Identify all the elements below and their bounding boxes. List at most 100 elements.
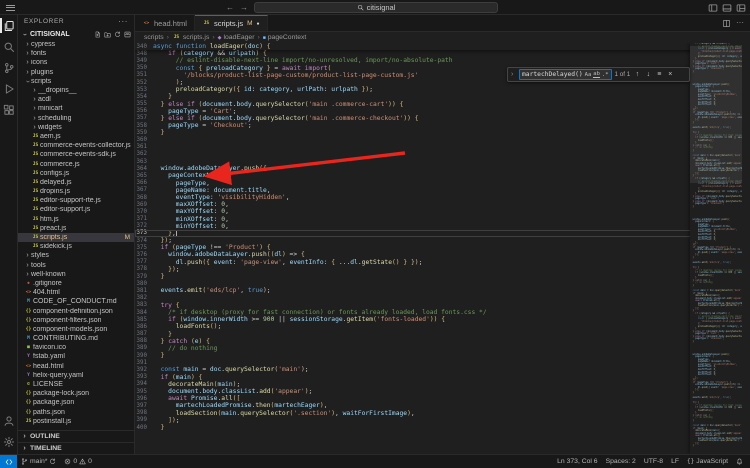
code-line[interactable]: 368 eventType: 'visibilityHidden', — [135, 194, 750, 201]
tree-file-.gitignore[interactable]: ◆.gitignore — [18, 279, 134, 288]
refresh-explorer-icon[interactable] — [114, 31, 121, 38]
tree-file-commerce-events-collector.js[interactable]: JScommerce-events-collector.js — [18, 141, 134, 150]
code-line[interactable]: 379 } — [135, 273, 750, 280]
tree-file-delayed.js[interactable]: JSdelayed.js — [18, 178, 134, 187]
code-line[interactable]: 389 // do nothing — [135, 345, 750, 352]
tree-file-commerce.js[interactable]: JScommerce.js — [18, 159, 134, 168]
code-line[interactable]: 375 if (pageType !== 'Product') { — [135, 244, 750, 251]
tree-folder-acdl[interactable]: ›acdl — [18, 95, 134, 104]
tree-folder-plugins[interactable]: ›plugins — [18, 68, 134, 77]
code-line[interactable]: 392 const main = doc.querySelector('main… — [135, 366, 750, 373]
tree-file-head.html[interactable]: <>head.html — [18, 362, 134, 371]
settings-icon[interactable] — [0, 431, 17, 452]
minimap[interactable]: if (category && urlpath) { // eslint-dis… — [690, 43, 742, 454]
code-editor[interactable]: 340async function loadEager(doc) { 348 i… — [135, 43, 750, 454]
code-line[interactable]: 393 if (main) { — [135, 374, 750, 381]
code-line[interactable]: 349 // eslint-disable-next-line import/n… — [135, 57, 750, 64]
code-line[interactable]: 384 /* if desktop (proxy for fast connec… — [135, 309, 750, 316]
search-icon[interactable] — [0, 36, 17, 57]
code-line[interactable]: 381 events.emit('eds/lcp', true); — [135, 287, 750, 294]
code-line[interactable]: 371 minXOffset: 0, — [135, 216, 750, 223]
code-line[interactable]: 372 minYOffset: 0, — [135, 223, 750, 230]
explorer-more-icon[interactable]: ··· — [118, 18, 128, 26]
code-line[interactable]: 373 }, — [135, 230, 750, 237]
code-line[interactable]: 399 ]); — [135, 417, 750, 424]
source-control-icon[interactable] — [0, 57, 17, 78]
find-input[interactable]: martechDelayed() Aa ab .* — [519, 69, 612, 80]
code-line[interactable]: 363 — [135, 158, 750, 165]
tree-file-component-filters.json[interactable]: {}component-filters.json — [18, 316, 134, 325]
new-folder-icon[interactable] — [104, 31, 111, 38]
close-find-icon[interactable]: × — [666, 71, 674, 78]
tree-file-paths.json[interactable]: {}paths.json — [18, 408, 134, 417]
indentation[interactable]: Spaces: 2 — [602, 458, 640, 465]
tree-folder-minicart[interactable]: ›minicart — [18, 104, 134, 113]
tree-file-dropins.js[interactable]: JSdropins.js — [18, 187, 134, 196]
notifications-bell[interactable] — [732, 458, 747, 465]
tree-file-configs.js[interactable]: JSconfigs.js — [18, 169, 134, 178]
find-in-selection-icon[interactable]: ≡ — [655, 71, 663, 78]
accounts-icon[interactable] — [0, 410, 17, 431]
code-line[interactable]: 359 } — [135, 129, 750, 136]
whole-word-icon[interactable]: ab — [593, 71, 600, 78]
tree-file-sidekick.js[interactable]: JSsidekick.js — [18, 242, 134, 251]
code-line[interactable]: 355 } else if (document.body.querySelect… — [135, 101, 750, 108]
tree-file-aem.js[interactable]: JSaem.js — [18, 132, 134, 141]
code-line[interactable]: 364 window.adobeDataLayer.push({ — [135, 165, 750, 172]
code-line[interactable]: 340async function loadEager(doc) { — [135, 43, 750, 50]
breadcrumb-loadEager[interactable]: ◆loadEager — [218, 34, 255, 41]
code-line[interactable]: 388 } catch (e) { — [135, 338, 750, 345]
next-match-icon[interactable]: ↓ — [644, 71, 652, 78]
collapse-folders-icon[interactable] — [124, 31, 131, 38]
code-line[interactable]: 382 — [135, 295, 750, 302]
code-line[interactable]: 365 pageContext: { — [135, 172, 750, 179]
tree-file-CONTRIBUTING.md[interactable]: MCONTRIBUTING.md — [18, 334, 134, 343]
code-line[interactable]: 378 }); — [135, 266, 750, 273]
toggle-sidebar-icon[interactable] — [708, 3, 718, 13]
tree-folder-icons[interactable]: ›icons — [18, 58, 134, 67]
tree-file-component-models.json[interactable]: {}component-models.json — [18, 325, 134, 334]
code-line[interactable]: 369 maxXOffset: 0, — [135, 201, 750, 208]
code-line[interactable]: 358 pageType = 'Checkout'; — [135, 122, 750, 129]
explorer-icon[interactable] — [0, 15, 17, 36]
tree-folder-scripts[interactable]: ›scripts — [18, 77, 134, 86]
problems-status[interactable]: 0 0 — [60, 455, 96, 468]
tree-folder-well-known[interactable]: ›well-known — [18, 270, 134, 279]
eol[interactable]: LF — [667, 458, 683, 465]
code-line[interactable]: 361 — [135, 144, 750, 151]
code-line[interactable]: 348 if (category && urlpath) { — [135, 50, 750, 57]
toggle-replace-icon[interactable]: › — [511, 71, 516, 78]
tree-folder-fonts[interactable]: ›fonts — [18, 49, 134, 58]
code-line[interactable]: 374 }); — [135, 237, 750, 244]
tree-file-package.json[interactable]: {}package.json — [18, 398, 134, 407]
code-line[interactable]: 376 window.adobeDataLayer.push((dl) => { — [135, 251, 750, 258]
code-line[interactable]: 356 pageType = 'Cart'; — [135, 108, 750, 115]
breadcrumb-scripts.js[interactable]: JSscripts.js — [172, 34, 209, 41]
code-line[interactable]: 397 martechLoadedPromise.then(martechEag… — [135, 402, 750, 409]
code-line[interactable]: 398 loadSection(main.querySelector('.sec… — [135, 410, 750, 417]
editor-more-actions-icon[interactable]: ··· — [736, 19, 744, 27]
tree-file-helix-query.yaml[interactable]: Yhelix-query.yaml — [18, 371, 134, 380]
back-icon[interactable]: ← — [226, 4, 234, 12]
tree-folder-__dropins__[interactable]: ›__dropins__ — [18, 86, 134, 95]
tree-file-editor-support.js[interactable]: JSeditor-support.js — [18, 205, 134, 214]
tree-folder-widgets[interactable]: ›widgets — [18, 123, 134, 132]
git-branch-status[interactable]: main* — [17, 455, 60, 468]
code-line[interactable]: 360 — [135, 136, 750, 143]
tree-file-fstab.yaml[interactable]: Yfstab.yaml — [18, 352, 134, 361]
project-root-folder[interactable]: › CITISIGNAL — [18, 28, 134, 40]
dirty-indicator[interactable]: ● — [257, 21, 260, 27]
tree-folder-cypress[interactable]: ›cypress — [18, 40, 134, 49]
breadcrumb-scripts[interactable]: scripts — [144, 34, 164, 41]
tree-folder-tools[interactable]: ›tools — [18, 261, 134, 270]
language-mode[interactable]: {} JavaScript — [683, 458, 732, 465]
remote-indicator[interactable] — [0, 455, 17, 468]
menu-icon[interactable] — [6, 5, 15, 11]
previous-match-icon[interactable]: ↑ — [633, 71, 641, 78]
code-line[interactable]: 395 document.body.classList.add('appear'… — [135, 388, 750, 395]
code-line[interactable]: 354 } — [135, 93, 750, 100]
code-line[interactable]: 370 maxYOffset: 0, — [135, 208, 750, 215]
code-line[interactable]: 367 pageName: document.title, — [135, 187, 750, 194]
encoding[interactable]: UTF-8 — [640, 458, 667, 465]
code-line[interactable]: 353 preloadCategory({ id: category, urlP… — [135, 86, 750, 93]
